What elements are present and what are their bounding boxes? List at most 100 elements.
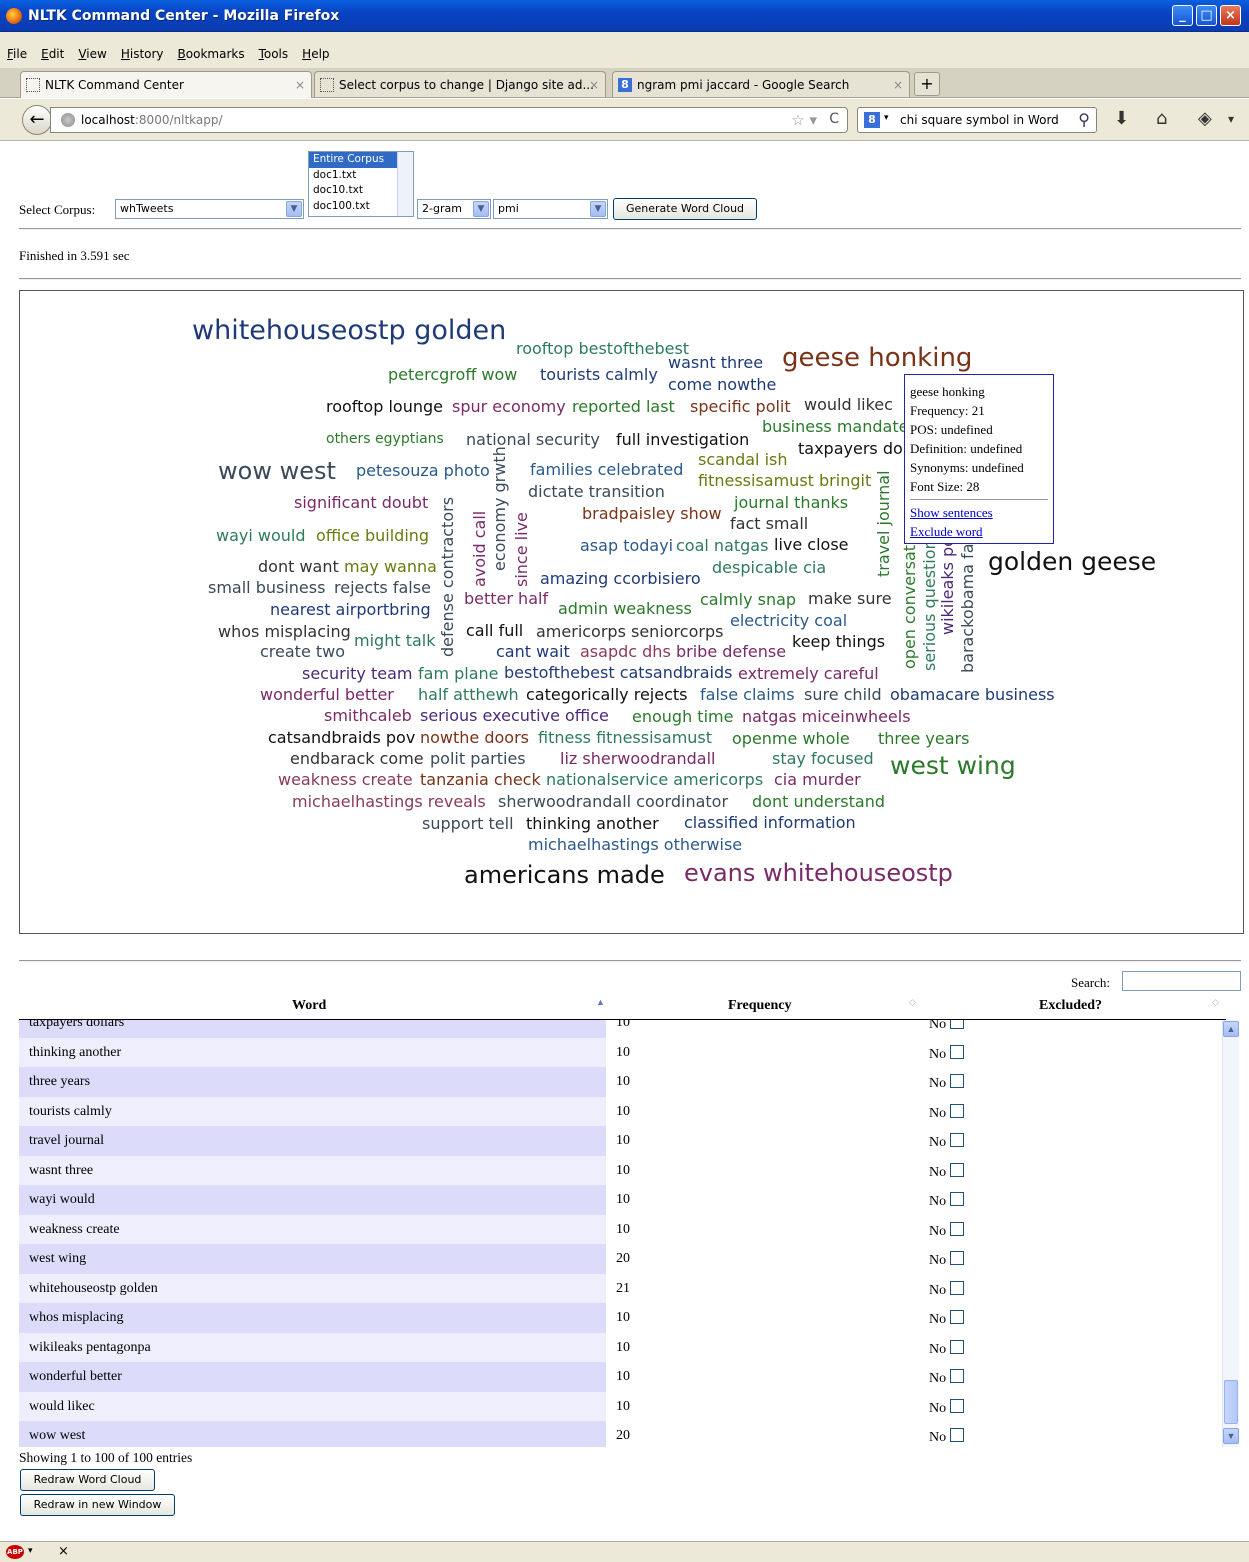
column-header-frequency[interactable]: Frequency <box>728 998 792 1014</box>
cloud-word[interactable]: rejects false <box>334 580 431 596</box>
cloud-word[interactable]: dictate transition <box>528 484 665 500</box>
exclude-checkbox[interactable] <box>950 1251 965 1265</box>
cloud-word[interactable]: sure child <box>804 687 882 703</box>
cloud-word[interactable]: whos misplacing <box>218 624 351 640</box>
cloud-word[interactable]: rooftop lounge <box>326 399 443 415</box>
cloud-word[interactable]: electricity coal <box>730 613 847 629</box>
cloud-word[interactable]: tourists calmly <box>540 367 658 383</box>
table-scrollbar[interactable]: ▲ ▼ <box>1222 1020 1239 1447</box>
cloud-word[interactable]: call full <box>466 623 523 639</box>
cloud-word[interactable]: coal natgas <box>676 538 768 554</box>
cloud-word[interactable]: defense contractors <box>438 497 457 657</box>
bookmark-star-icon[interactable]: ☆ ▾ <box>791 111 817 129</box>
cloud-word[interactable]: michaelhastings otherwise <box>528 837 742 853</box>
cloud-word[interactable]: live close <box>774 537 849 553</box>
menu-edit[interactable]: Edit <box>34 44 71 64</box>
cloud-word[interactable]: polit parties <box>430 751 526 767</box>
cloud-word[interactable]: geese honking <box>782 345 972 371</box>
cloud-word[interactable]: obamacare business <box>890 687 1055 703</box>
cloud-word[interactable]: tanzania check <box>420 772 541 788</box>
cloud-word[interactable]: nearest airportbring <box>270 602 431 618</box>
exclude-checkbox[interactable] <box>950 1398 965 1413</box>
close-tab-icon[interactable]: × <box>589 78 599 92</box>
cloud-word[interactable]: taxpayers dol <box>798 441 907 457</box>
cloud-word[interactable]: would likec <box>804 397 893 413</box>
cloud-word[interactable]: small business <box>208 580 325 596</box>
cloud-word[interactable]: significant doubt <box>294 495 428 511</box>
addon-icon[interactable]: ◈ <box>1198 108 1212 129</box>
new-tab-button[interactable]: + <box>914 72 940 96</box>
sort-ascending-icon[interactable]: ▲ <box>596 997 605 1007</box>
back-button[interactable]: ← <box>22 105 52 135</box>
cloud-word[interactable]: despicable cia <box>712 560 826 576</box>
cloud-word[interactable]: smithcaleb <box>324 708 412 724</box>
tab-django-admin[interactable]: Select corpus to change | Django site ad… <box>314 71 606 97</box>
cloud-word[interactable]: economy grwth <box>490 446 509 571</box>
cloud-word[interactable]: petercgroff wow <box>388 367 517 383</box>
close-tab-icon[interactable]: × <box>893 78 903 92</box>
cloud-word[interactable]: admin weakness <box>558 601 692 617</box>
cloud-word[interactable]: make sure <box>808 591 892 607</box>
cloud-word[interactable]: sherwoodrandall coordinator <box>498 794 728 810</box>
column-header-excluded[interactable]: Excluded? <box>1039 998 1102 1014</box>
exclude-checkbox[interactable] <box>950 1280 965 1295</box>
menu-history[interactable]: History <box>114 44 171 64</box>
tab-nltk-command-center[interactable]: NLTK Command Center × <box>20 71 312 98</box>
cloud-word[interactable]: nowthe doors <box>420 730 529 746</box>
measure-select[interactable]: pmi ▼ <box>493 199 608 219</box>
scroll-down-icon[interactable]: ▼ <box>1223 1428 1239 1444</box>
cloud-word[interactable]: golden geese <box>988 549 1156 574</box>
cloud-word[interactable]: classified information <box>684 815 856 831</box>
listbox-scrollbar[interactable] <box>397 152 413 216</box>
cloud-word[interactable]: spur economy <box>452 399 566 415</box>
cloud-word[interactable]: fitness fitnessisamust <box>538 730 712 746</box>
cloud-word[interactable]: extremely careful <box>738 666 879 682</box>
cloud-word[interactable]: wasnt three <box>668 355 763 371</box>
cloud-word[interactable]: nationalservice americorps <box>546 772 763 788</box>
exclude-checkbox[interactable] <box>950 1074 965 1088</box>
close-tab-icon[interactable]: × <box>295 78 305 92</box>
cloud-word[interactable]: natgas miceinwheels <box>742 709 911 725</box>
address-bar[interactable]: localhost:8000/nltkapp/ ☆ ▾ C <box>50 107 848 133</box>
menu-help[interactable]: Help <box>295 44 336 64</box>
cloud-word[interactable]: bradpaisley show <box>582 506 722 522</box>
cloud-word[interactable]: endbarack come <box>290 751 424 767</box>
cloud-word[interactable]: wonderful better <box>260 687 394 703</box>
generate-word-cloud-button[interactable]: Generate Word Cloud <box>613 198 757 220</box>
reload-icon[interactable]: C <box>829 111 839 127</box>
cloud-word[interactable]: calmly snap <box>700 592 796 608</box>
exclude-checkbox[interactable] <box>950 1339 965 1354</box>
corpus-select[interactable]: whTweets ▼ <box>115 199 304 219</box>
exclude-checkbox[interactable] <box>950 1221 965 1236</box>
cloud-word[interactable]: wayi would <box>216 528 306 544</box>
table-search-input[interactable] <box>1122 971 1241 991</box>
cloud-word[interactable]: rooftop bestofthebest <box>516 341 689 357</box>
sort-icon[interactable]: ◇ <box>909 997 916 1008</box>
cloud-word[interactable]: full investigation <box>616 432 749 448</box>
cloud-word[interactable]: security team <box>302 666 412 682</box>
exclude-checkbox[interactable] <box>950 1103 965 1118</box>
cloud-word[interactable]: fitnessisamust bringit <box>698 473 871 489</box>
cloud-word[interactable]: stay focused <box>772 751 874 767</box>
cloud-word[interactable]: reported last <box>572 399 675 415</box>
exclude-checkbox[interactable] <box>950 1133 965 1147</box>
cloud-word[interactable]: keep things <box>792 634 885 650</box>
exclude-word-link[interactable]: Exclude word <box>910 522 1048 541</box>
close-icon[interactable]: × <box>58 1544 69 1559</box>
cloud-word[interactable]: serious executive office <box>420 708 609 724</box>
cloud-word[interactable]: bribe defense <box>676 644 786 660</box>
cloud-word[interactable]: amazing ccorbisiero <box>540 571 701 587</box>
cloud-word[interactable]: better half <box>464 591 548 607</box>
menu-tools[interactable]: Tools <box>252 44 296 64</box>
adblock-icon[interactable]: ABP <box>6 1545 24 1559</box>
cloud-word[interactable]: liz sherwoodrandall <box>560 751 715 767</box>
cloud-word[interactable]: west wing <box>890 753 1016 778</box>
close-icon[interactable]: × <box>1220 5 1241 26</box>
cloud-word[interactable]: open conversat <box>900 545 919 669</box>
cloud-word[interactable]: support tell <box>422 816 514 832</box>
cloud-word[interactable]: evans whitehouseostp <box>684 861 953 885</box>
cloud-word[interactable]: petesouza photo <box>356 463 490 479</box>
cloud-word[interactable]: fact small <box>730 516 808 532</box>
download-icon[interactable]: ⬇ <box>1114 108 1129 129</box>
cloud-word[interactable]: might talk <box>354 633 435 649</box>
